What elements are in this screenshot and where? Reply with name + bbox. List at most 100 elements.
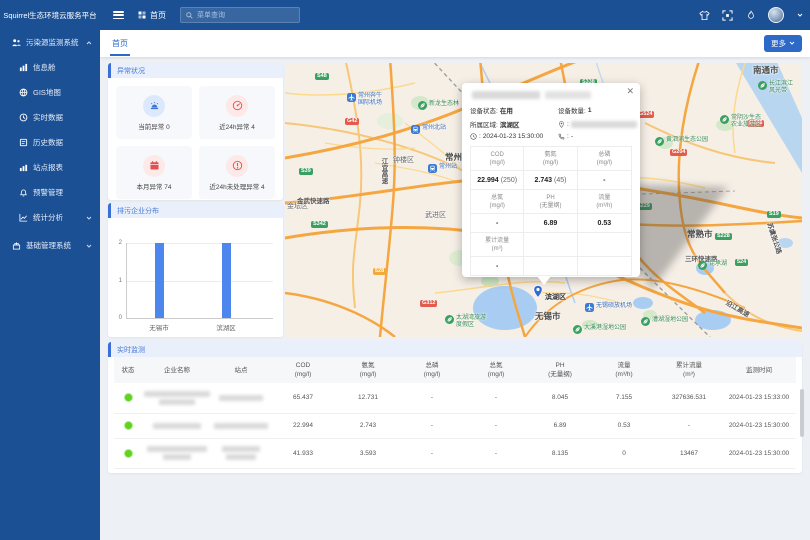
map-roadlabel-label: 江宜高速 [378,158,388,184]
map-city-label: 南通市 [753,64,779,76]
chevron-down-icon[interactable] [796,10,803,21]
calendar-icon [143,155,165,177]
map-poi-label: 昆承湖 [698,261,727,270]
panel-header: 实时监测 [108,342,802,357]
hamburger-menu-icon[interactable] [113,11,124,19]
sidebar-item-realtime[interactable]: 实时数据 [0,105,100,130]
map-city-label: 常熟市 [687,228,713,240]
map-poi-label: 常州奔牛国际机场 [347,93,382,106]
leaf-icon [418,101,427,110]
tab-home[interactable]: 首页 [112,30,128,56]
monitor-system-icon [12,38,21,47]
x-category: 滨湖区 [206,322,246,332]
status-dot-normal [124,421,133,430]
sidebar-item-label: 站点报表 [33,162,63,173]
sidebar-item-label: 信息舱 [33,62,56,73]
map-shield-label: 528 [373,268,386,275]
base-system-icon [12,241,21,250]
map-poi-label: 常州北站 [411,125,446,134]
region-value: 滨湖区 [500,119,520,129]
redacted-station [219,395,263,401]
close-icon[interactable]: ✕ [626,86,634,97]
sidebar-section-pollution[interactable]: 污染源监测系统 [0,30,100,55]
stat-card-month[interactable]: 本月异常 74 [116,146,192,199]
table-row[interactable]: 41.933 3.593 - - 8.135 0 13467 2024-01-2… [114,438,796,468]
map-district-label: 武进区 [425,210,446,220]
sidebar-item-stats[interactable]: 统计分析 [0,205,100,230]
sidebar-item-info[interactable]: 信息舱 [0,55,100,80]
status-dot-normal [124,393,133,402]
flame-icon[interactable] [745,10,756,21]
sidebar-item-label: 历史数据 [33,137,63,148]
realtime-monitor-panel: 实时监测 状态 企业名称 站点 COD(mg/l) 氨氮(mg/l) 总磷(mg… [108,342,802,473]
redacted-company [153,423,201,429]
realtime-table: 状态 企业名称 站点 COD(mg/l) 氨氮(mg/l) 总磷(mg/l) 总… [114,357,796,469]
more-button[interactable]: 更多 [764,35,802,52]
sidebar-item-history[interactable]: 历史数据 [0,130,100,155]
search-placeholder: 菜单查询 [197,10,225,20]
search-icon [186,12,193,19]
panel-title: 排污企业分布 [117,206,159,216]
location-icon [558,121,565,128]
device-info-popup: ✕ 设备状态: 在用 设备数量: 1 所属区域: 滨湖区 : :2024-01-… [462,83,640,277]
sidebar-item-label: 实时数据 [33,112,63,123]
device-count-value: 1 [588,107,592,114]
col-station: 站点 [212,357,270,383]
sidebar-section-base[interactable]: 基础管理系统 [0,233,100,258]
plane-icon [347,93,356,102]
stat-card-current[interactable]: 当前异常 0 [116,86,192,139]
table-scrollbar[interactable] [800,389,804,437]
fullscreen-icon[interactable] [722,10,733,21]
topbar: 首页 菜单查询 [100,0,810,30]
map-poi-label: 新龙生态林 [418,101,459,110]
device-phone: - [571,133,573,140]
table-row[interactable]: 22.994 2.743 - - 6.89 0.53 - 2024-01-23 … [114,413,796,438]
col-flow: 流量(m³/h) [592,357,656,383]
redacted-company [147,446,207,452]
phone-icon [558,133,565,140]
leaf-icon [758,81,767,90]
search-input[interactable]: 菜单查询 [180,7,300,23]
theme-skin-icon[interactable] [699,10,710,21]
map-shield-label: G204 [670,149,687,156]
map-shield-label: S48 [315,73,329,80]
redacted-company-name [472,91,632,99]
sidebar: Squirrel生态环境云服务平台 污染源监测系统 信息舱 GIS地图 实时数据… [0,0,100,540]
stat-card-24h[interactable]: 近24h异常 4 [199,86,275,139]
chevron-down-icon [789,41,795,45]
x-category: 无锡市 [139,322,179,332]
alarm-icon [143,95,165,117]
leaf-icon [573,325,582,334]
warning-icon [226,155,248,177]
leaf-icon [641,317,650,326]
user-avatar[interactable] [768,7,784,23]
col-tp: 总磷(mg/l) [400,357,464,383]
table-row[interactable]: 65.437 12.731 - - 8.045 7.155 327636.531… [114,383,796,413]
map-poi-label: 常州站 [428,164,457,173]
col-nh3n: 氨氮(mg/l) [336,357,400,383]
plane-icon [585,303,594,312]
map[interactable]: 常州市无锡市南通市常熟市金坛区钟楼区武进区三环快速路金武快速路沿江高速江宜高速苏… [285,63,802,337]
col-status: 状态 [114,357,142,383]
breadcrumb-home[interactable]: 首页 [138,10,166,21]
sidebar-item-gis[interactable]: GIS地图 [0,80,100,105]
brand-logo: Squirrel生态环境云服务平台 [0,0,100,30]
map-poi-label: 太湖湾旅游度假区 [445,315,486,328]
panel-header: 排污企业分布 [108,203,283,218]
sidebar-item-report[interactable]: 站点报表 [0,155,100,180]
grid-icon [138,11,146,19]
panel-title: 异常状况 [117,66,145,76]
bar-wuxi[interactable] [155,243,164,318]
map-roadlabel-label: 金武快速路 [297,195,330,205]
map-pin-label: 滨湖区 [545,292,566,302]
sidebar-section-label: 污染源监测系统 [26,37,79,48]
gauge-icon [226,95,248,117]
leaf-icon [720,115,729,124]
bar-binhu[interactable] [222,243,231,318]
sidebar-item-warning[interactable]: 预警管理 [0,180,100,205]
leaf-icon [698,261,707,270]
popup-metrics-table: COD(mg/l) 氨氮(mg/l) 总磷(mg/l) 22.994(250) … [470,146,632,276]
sidebar-section-label: 基础管理系统 [26,240,71,251]
report-icon [19,163,28,172]
stat-card-unhandled[interactable]: 近24h未处理异常 4 [199,146,275,199]
